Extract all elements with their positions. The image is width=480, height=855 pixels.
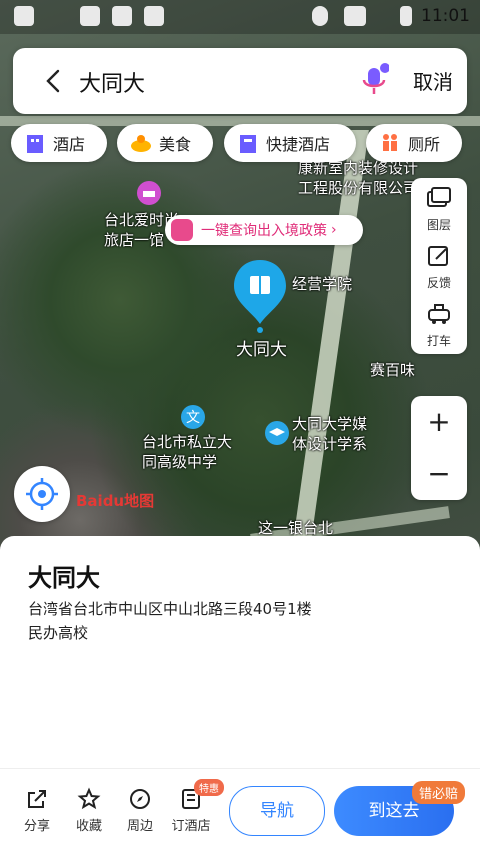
hotel-poi-icon[interactable] (136, 180, 162, 206)
favorite-button[interactable]: 收藏 (64, 787, 114, 834)
location-status-icon (312, 6, 328, 26)
star-icon (77, 787, 101, 810)
favorite-label: 收藏 (75, 819, 102, 834)
map-label-media-school[interactable]: 大同大学媒 体设计学系 (292, 414, 367, 454)
zoom-controls: + − (411, 396, 467, 500)
status-time: 11:01 (421, 6, 470, 26)
notification-icon (14, 6, 34, 26)
share-icon (28, 790, 46, 808)
compass-icon (130, 789, 150, 809)
chip-label: 酒店 (53, 135, 86, 154)
notification-icon (80, 6, 100, 26)
share-button[interactable]: 分享 (12, 787, 62, 834)
layers-icon (427, 187, 451, 207)
document-icon (171, 219, 193, 241)
crosshair-icon (26, 478, 58, 510)
book-hotel-label: 订酒店 (171, 819, 211, 834)
layers-label: 图层 (426, 218, 451, 232)
chip-hotel[interactable]: 酒店 (11, 124, 107, 162)
nearby-label: 周边 (126, 819, 153, 834)
svg-text:文: 文 (186, 410, 200, 426)
policy-text: 一键查询出入境政策 (201, 223, 327, 239)
chip-label: 快捷酒店 (266, 135, 331, 154)
taxi-button[interactable]: 打车 (411, 294, 467, 352)
back-arrow-icon[interactable] (39, 66, 69, 96)
location-pin-icon[interactable] (230, 258, 290, 334)
chip-label: 厕所 (408, 135, 441, 154)
feedback-icon (428, 246, 448, 266)
wifi-icon (344, 6, 366, 26)
chevron-right-icon: › (331, 222, 337, 238)
chip-budget-hotel[interactable]: 快捷酒店 (224, 124, 356, 162)
map-label-poi-name: 大同大 (236, 340, 287, 360)
place-address: 台湾省台北市中山区中山北路三段40号1楼 (28, 600, 312, 618)
search-bar[interactable]: 大同大 取消 (13, 48, 467, 114)
school-poi-icon[interactable]: 文 (180, 404, 206, 430)
battery-icon (400, 6, 412, 26)
guarantee-badge: 错必赔 (412, 781, 466, 804)
map-label-restaurant[interactable]: 赛百味 (370, 360, 415, 380)
locate-me-button[interactable] (14, 466, 70, 522)
map-label-college[interactable]: 经营学院 (292, 274, 352, 294)
baidu-map-logo: Baidu地图 (76, 492, 155, 510)
special-offer-badge: 特惠 (194, 779, 224, 796)
share-label: 分享 (23, 819, 50, 834)
map-label-bank[interactable]: 这一银台北 (258, 518, 333, 538)
feedback-button[interactable]: 反馈 (411, 236, 467, 294)
place-detail-sheet[interactable]: 大同大 台湾省台北市中山区中山北路三段40号1楼 民办高校 (0, 536, 480, 768)
budget-hotel-icon (240, 135, 256, 153)
notification-icon (144, 6, 164, 26)
navigate-button[interactable]: 导航 (229, 786, 325, 836)
nearby-button[interactable]: 周边 (115, 787, 165, 834)
chip-food[interactable]: 美食 (117, 124, 213, 162)
place-category: 民办高校 (28, 624, 89, 642)
status-bar: 11:01 (0, 0, 480, 34)
taxi-icon (428, 304, 450, 324)
policy-banner[interactable]: 一键查询出入境政策 › (165, 215, 363, 245)
place-name: 大同大 (28, 564, 100, 592)
hotel-icon (27, 135, 43, 153)
cancel-button[interactable]: 取消 (413, 66, 453, 95)
bottom-action-bar: 分享 收藏 周边 订酒店 特惠 导航 到这去 错必赔 (0, 768, 480, 855)
taxi-label: 打车 (426, 334, 451, 348)
layers-button[interactable]: 图层 (411, 178, 467, 236)
map-label-company: 康新室内装修设计 工程股份有限公司 (298, 159, 419, 197)
map-label-school[interactable]: 台北市私立大 同高级中学 (142, 432, 232, 472)
map-tools-panel: 图层 反馈 打车 (411, 178, 467, 354)
search-query[interactable]: 大同大 (79, 66, 145, 98)
university-poi-icon[interactable] (264, 420, 290, 446)
microphone-icon[interactable] (359, 62, 389, 100)
food-icon (131, 135, 151, 152)
zoom-in-button[interactable]: + (411, 396, 467, 448)
toilet-icon (383, 134, 397, 151)
zoom-out-button[interactable]: − (411, 448, 467, 500)
chip-label: 美食 (159, 135, 192, 154)
chip-toilet[interactable]: 厕所 (366, 124, 462, 162)
feedback-label: 反馈 (426, 276, 451, 290)
image-icon (112, 6, 132, 26)
